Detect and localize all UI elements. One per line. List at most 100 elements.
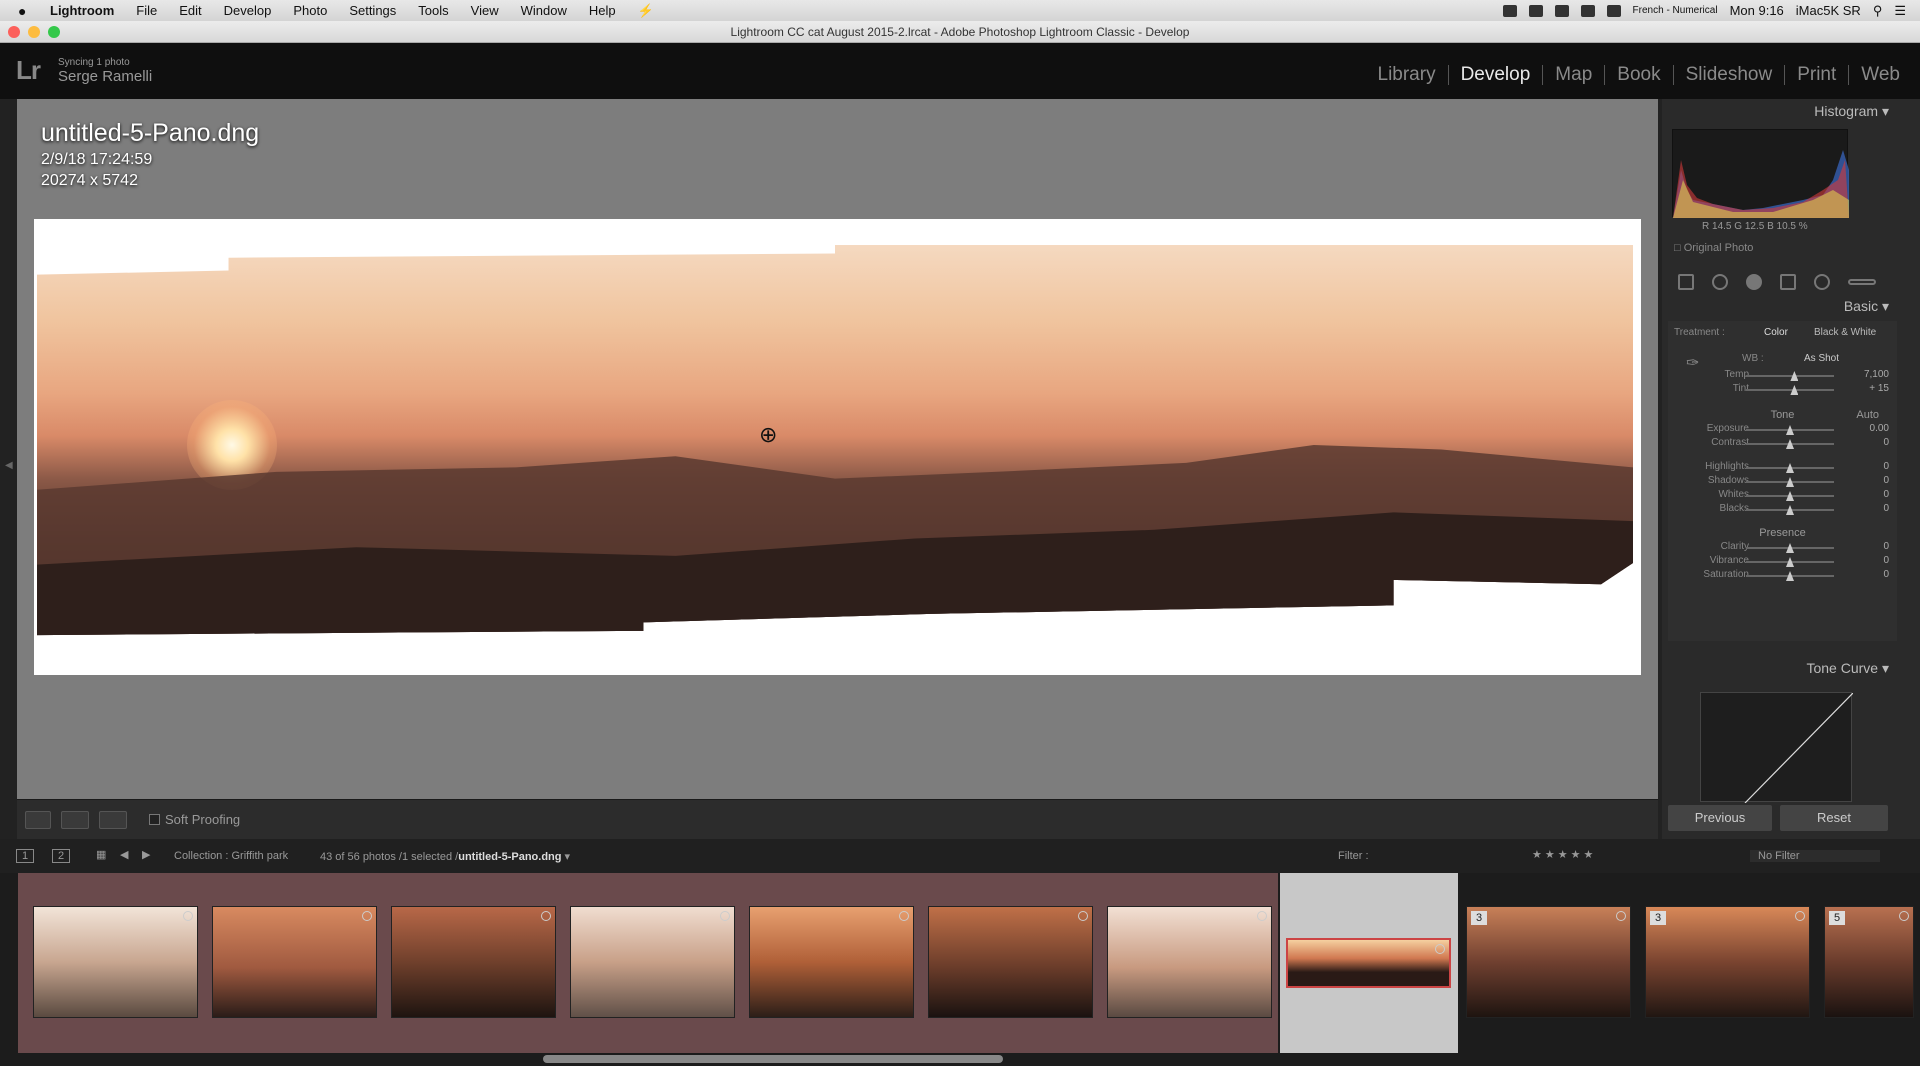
spotlight-icon[interactable]: ⚲	[1873, 3, 1883, 19]
filmstrip-thumbnail[interactable]	[391, 906, 556, 1018]
filter-dropdown[interactable]: No Filter	[1750, 850, 1880, 862]
reset-button[interactable]: Reset	[1780, 805, 1888, 831]
filmstrip-thumbnail[interactable]	[1286, 938, 1451, 988]
apple-icon[interactable]: ●	[18, 3, 34, 19]
menu-photo[interactable]: Photo	[293, 3, 327, 18]
menu-settings[interactable]: Settings	[349, 3, 396, 18]
lightning-icon[interactable]: ⚡	[638, 3, 654, 19]
machine-name[interactable]: iMac5K SR	[1796, 3, 1861, 18]
image-view[interactable]: untitled-5-Pano.dng 2/9/18 17:24:59 2027…	[17, 99, 1658, 799]
filmstrip-thumbnail[interactable]: 3	[1466, 906, 1631, 1018]
graduated-filter-icon[interactable]	[1780, 274, 1796, 290]
grid-icon[interactable]: ▦	[96, 848, 106, 861]
module-web[interactable]: Web	[1849, 65, 1912, 85]
left-panel-toggle-icon[interactable]: ◀	[5, 460, 13, 471]
slider-value[interactable]: 0	[1849, 489, 1889, 500]
photo-dimensions: 20274 x 5742	[41, 172, 138, 189]
airplay-icon[interactable]	[1606, 4, 1621, 17]
soft-proofing-checkbox[interactable]	[149, 814, 160, 825]
spot-removal-icon[interactable]	[1712, 274, 1728, 290]
stack-count-badge[interactable]: 3	[1471, 911, 1487, 925]
slider-track[interactable]	[1746, 375, 1834, 377]
module-print[interactable]: Print	[1785, 65, 1850, 85]
slider-label: Blacks	[1719, 503, 1749, 514]
screen-icon[interactable]	[1502, 4, 1517, 17]
slider-track[interactable]	[1746, 389, 1834, 391]
menu-help[interactable]: Help	[589, 3, 616, 18]
menu-edit[interactable]: Edit	[179, 3, 201, 18]
notification-icon[interactable]: ☰	[1894, 3, 1906, 19]
wb-value[interactable]: As Shot	[1804, 353, 1839, 364]
radial-filter-icon[interactable]	[1814, 274, 1830, 290]
treatment-bw[interactable]: Black & White	[1814, 327, 1876, 338]
menu-view[interactable]: View	[471, 3, 499, 18]
brush-icon[interactable]	[1848, 279, 1876, 285]
dropbox-icon[interactable]	[1528, 4, 1543, 17]
filmstrip-thumbnail[interactable]	[749, 906, 914, 1018]
module-develop[interactable]: Develop	[1449, 65, 1544, 85]
basic-header[interactable]: Basic ▾	[1662, 295, 1897, 317]
view2-button[interactable]: 2	[52, 849, 71, 863]
menu-develop[interactable]: Develop	[224, 3, 272, 18]
histogram-b-label: B	[1767, 221, 1774, 232]
slider-value[interactable]: 0.00	[1849, 423, 1889, 434]
slider-value[interactable]: 0	[1849, 461, 1889, 472]
tone-auto-button[interactable]: Auto	[1856, 409, 1879, 421]
panorama-image[interactable]	[34, 219, 1641, 675]
slider-value[interactable]: + 15	[1849, 383, 1889, 394]
slider-value[interactable]: 7,100	[1849, 369, 1889, 380]
tone-curve-header[interactable]: Tone Curve ▾	[1662, 657, 1897, 679]
original-photo-label[interactable]: □ Original Photo	[1674, 242, 1753, 254]
wifi-icon[interactable]	[1580, 4, 1595, 17]
forward-arrow-icon[interactable]: ▶	[142, 848, 150, 861]
slider-value[interactable]: 0	[1849, 503, 1889, 514]
slider-value[interactable]: 0	[1849, 569, 1889, 580]
before-after-options-button[interactable]	[99, 811, 127, 829]
identity-plate: Lr Syncing 1 photo Serge Ramelli Library…	[0, 43, 1920, 99]
module-slideshow[interactable]: Slideshow	[1674, 65, 1786, 85]
window-title: Lightroom CC cat August 2015-2.lrcat - A…	[730, 24, 1190, 39]
back-arrow-icon[interactable]: ◀	[120, 848, 128, 861]
loupe-view-button[interactable]	[25, 811, 51, 829]
star-filter-icon[interactable]: ★★★★★	[1532, 848, 1596, 861]
slider-value[interactable]: 0	[1849, 437, 1889, 448]
minimize-icon[interactable]	[28, 26, 40, 38]
filmstrip-thumbnail[interactable]: 5	[1824, 906, 1914, 1018]
filmstrip-thumbnail[interactable]	[570, 906, 735, 1018]
filmstrip-thumbnail[interactable]	[928, 906, 1093, 1018]
collection-label[interactable]: Collection : Griffith park	[174, 850, 288, 862]
red-eye-icon[interactable]	[1746, 274, 1762, 290]
zoom-icon[interactable]	[48, 26, 60, 38]
slider-value[interactable]: 0	[1849, 475, 1889, 486]
previous-button[interactable]: Previous	[1668, 805, 1772, 831]
clock[interactable]: Mon 9:16	[1730, 3, 1784, 18]
creative-cloud-icon[interactable]	[1554, 4, 1569, 17]
module-book[interactable]: Book	[1605, 65, 1674, 85]
menu-window[interactable]: Window	[521, 3, 567, 18]
stack-count-badge[interactable]: 3	[1650, 911, 1666, 925]
filmstrip-thumbnail[interactable]: 3	[1645, 906, 1810, 1018]
histogram[interactable]	[1672, 129, 1849, 218]
stack-count-badge[interactable]: 5	[1829, 911, 1845, 925]
slider-value[interactable]: 0	[1849, 541, 1889, 552]
tone-curve-graph[interactable]	[1700, 692, 1854, 804]
menu-app[interactable]: Lightroom	[50, 3, 114, 18]
filmstrip-thumbnail[interactable]	[33, 906, 198, 1018]
before-after-button[interactable]	[61, 811, 89, 829]
menu-file[interactable]: File	[136, 3, 157, 18]
histogram-header[interactable]: Histogram ▾	[1662, 100, 1897, 122]
crop-tool-icon[interactable]	[1678, 274, 1694, 290]
slider-value[interactable]: 0	[1849, 555, 1889, 566]
filmstrip-thumbnail[interactable]	[1107, 906, 1272, 1018]
filmstrip-scrollbar[interactable]	[543, 1055, 1003, 1063]
input-source[interactable]: French - Numerical	[1633, 5, 1718, 16]
view1-button[interactable]: 1	[16, 849, 35, 863]
photo-info-overlay: untitled-5-Pano.dng 2/9/18 17:24:59 2027…	[41, 119, 259, 190]
module-library[interactable]: Library	[1366, 65, 1449, 85]
menu-tools[interactable]: Tools	[418, 3, 448, 18]
close-icon[interactable]	[8, 26, 20, 38]
tool-strip	[1672, 269, 1897, 295]
treatment-color[interactable]: Color	[1764, 327, 1788, 338]
module-map[interactable]: Map	[1543, 65, 1606, 85]
filmstrip-thumbnail[interactable]	[212, 906, 377, 1018]
